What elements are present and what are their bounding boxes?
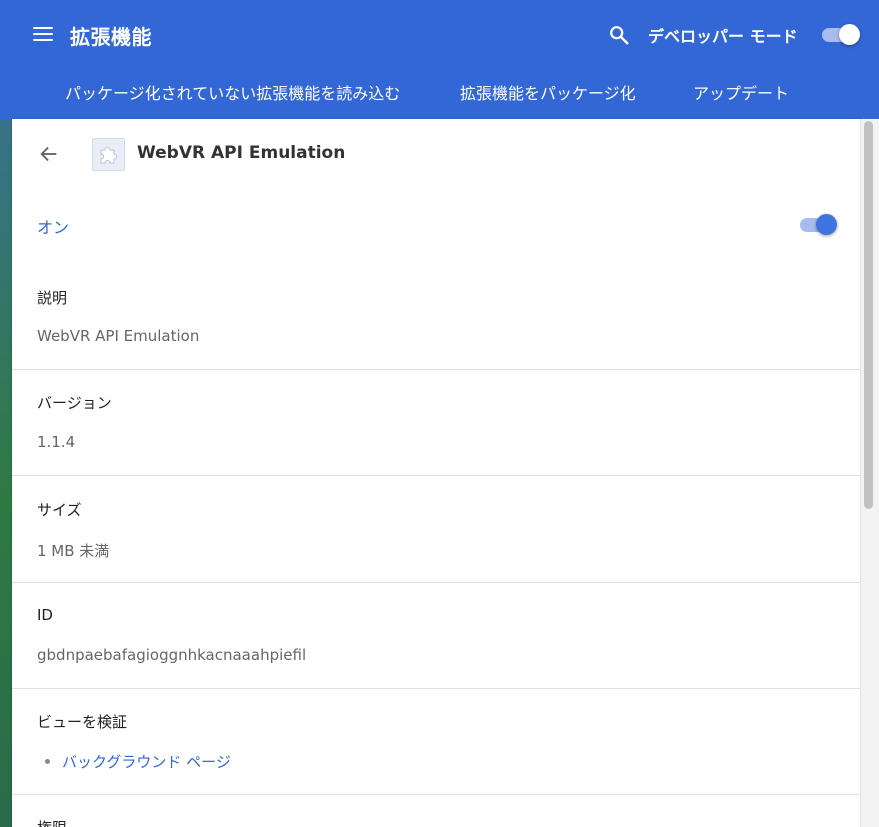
- divider: [12, 794, 860, 795]
- scrollbar-thumb[interactable]: [864, 121, 873, 509]
- app-header: 拡張機能 デベロッパー モード パッケージ化されていない拡張機能を読み込む 拡張…: [0, 0, 879, 119]
- developer-mode-toggle[interactable]: [820, 23, 860, 45]
- extension-enabled-toggle[interactable]: [798, 213, 838, 235]
- extension-name: WebVR API Emulation: [137, 143, 346, 163]
- list-bullet: [45, 759, 50, 764]
- description-value: WebVR API Emulation: [37, 327, 200, 345]
- inspect-views-title: ビューを検証: [37, 713, 128, 731]
- background-page-link[interactable]: バックグラウンド ページ: [62, 751, 231, 772]
- enabled-label: オン: [37, 218, 70, 237]
- puzzle-piece-icon: [92, 138, 125, 171]
- extension-detail-card: WebVR API Emulation オン 説明 WebVR API Emul…: [12, 119, 860, 827]
- developer-mode-label: デベロッパー モード: [648, 27, 798, 46]
- divider: [12, 475, 860, 476]
- divider: [12, 688, 860, 689]
- id-value: gbdnpaebafagioggnhkacnaaahpiefil: [37, 646, 307, 664]
- page-title: 拡張機能: [70, 25, 152, 49]
- hamburger-menu-icon[interactable]: [33, 25, 53, 43]
- size-title: サイズ: [37, 501, 82, 519]
- id-title: ID: [37, 606, 53, 624]
- permissions-title: 権限: [37, 817, 67, 827]
- update-button[interactable]: アップデート: [693, 80, 789, 104]
- divider: [12, 582, 860, 583]
- size-value: 1 MB 未満: [37, 542, 110, 560]
- back-arrow-icon[interactable]: [38, 143, 60, 165]
- version-title: バージョン: [37, 394, 112, 412]
- pack-extension-button[interactable]: 拡張機能をパッケージ化: [460, 80, 636, 104]
- load-unpacked-button[interactable]: パッケージ化されていない拡張機能を読み込む: [65, 80, 400, 104]
- divider: [12, 369, 860, 370]
- version-value: 1.1.4: [37, 433, 76, 451]
- search-icon[interactable]: [608, 24, 630, 46]
- description-title: 説明: [37, 289, 68, 307]
